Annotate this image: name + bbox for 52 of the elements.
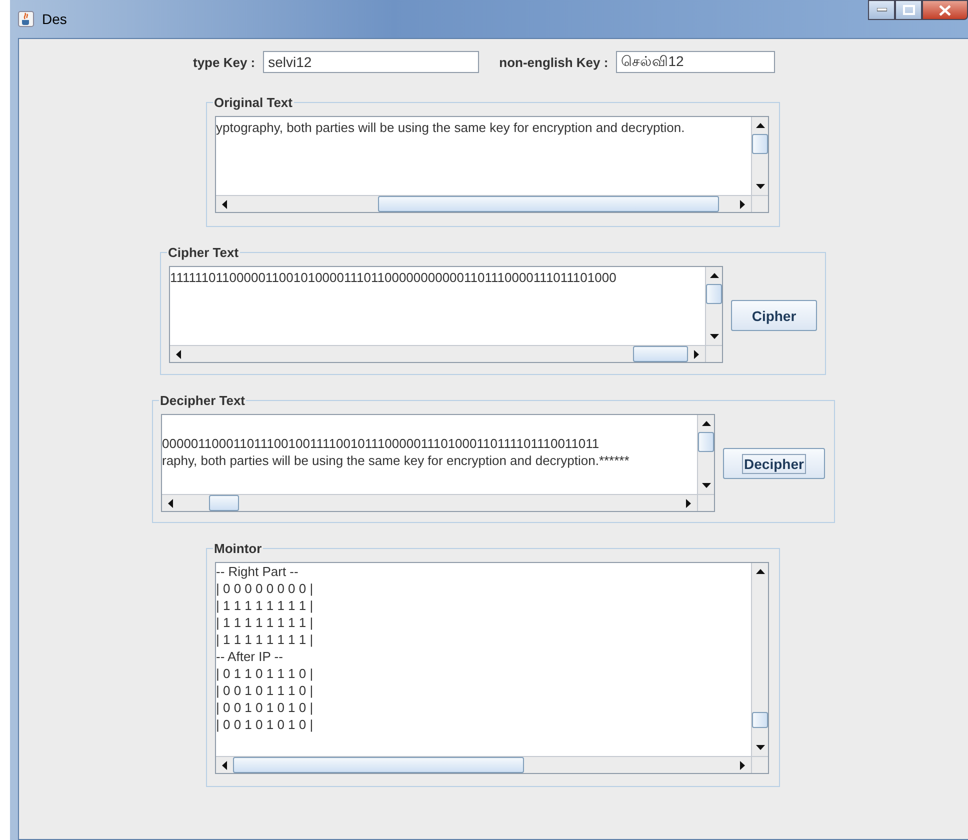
scrollbar-thumb[interactable] [233,757,524,773]
text-line: | 0 0 1 0 1 0 1 0 | [216,716,314,733]
action-button[interactable]: Cipher [731,300,817,331]
scrollbar-thumb[interactable] [752,134,768,154]
action-button[interactable]: Decipher [723,448,825,479]
scrollbar-corner [705,345,722,362]
vertical-scrollbar[interactable] [697,415,714,494]
scrollbar-corner [751,756,768,773]
horizontal-scrollbar[interactable] [162,494,697,511]
scrollbar-thumb[interactable] [698,432,714,452]
vertical-scrollbar[interactable] [751,117,768,195]
text-line: -- After IP -- [216,648,283,665]
horizontal-scrollbar[interactable] [216,756,751,773]
text-line: 1111110110000011001010000111011000000000001101110000111011101000 [170,269,616,286]
minimize-button[interactable] [868,0,895,20]
text-line: | 1 1 1 1 1 1 1 1 | [216,631,314,648]
minimize-icon [876,8,886,12]
vertical-scrollbar[interactable] [705,267,722,345]
text-line: yptography, both parties will be using the same key for encryption and decryption. [216,119,685,136]
text-line: | 0 0 0 0 0 0 0 0 | [216,580,314,597]
group-title: Decipher Text [159,393,246,408]
close-icon [939,4,951,16]
scrollbar-thumb[interactable] [632,346,688,362]
scrollbar-corner [751,195,768,212]
vertical-scrollbar[interactable] [751,563,768,756]
text-line: | 0 0 1 0 1 0 1 0 | [216,699,314,716]
text-line: 000001100011011100100111100101110000011101000110111101110011011 [162,435,600,452]
close-button[interactable] [922,0,968,20]
text-line: | 0 1 1 0 1 1 1 0 | [216,665,314,682]
scrollbar-thumb[interactable] [209,495,240,511]
text-line: | 1 1 1 1 1 1 1 1 | [216,597,314,614]
key-label: type Key : [193,54,256,70]
scrollbar-thumb[interactable] [378,196,719,212]
scrollbar-thumb[interactable] [706,284,722,304]
group-title: Original Text [213,95,294,110]
group-title: Mointor [213,541,263,556]
maximize-button[interactable] [895,0,922,20]
key-label: non-english Key : [499,54,608,70]
maximize-icon [902,5,914,15]
scrollbar-corner [697,494,714,511]
text-line: raphy, both parties will be using the same key for encryption and decryption.****** [162,452,630,469]
scrollbar-thumb[interactable] [752,712,768,728]
window-title: Des [42,11,67,27]
group-title: Cipher Text [167,245,240,260]
text-line: | 1 1 1 1 1 1 1 1 | [216,614,314,631]
text-line: | 0 0 1 0 1 1 1 0 | [216,682,314,699]
horizontal-scrollbar[interactable] [216,195,751,212]
horizontal-scrollbar[interactable] [170,345,705,362]
text-line: -- Right Part -- [216,563,298,580]
key-field[interactable]: செல்வி12 [616,51,776,73]
key-field[interactable]: selvi12 [263,51,480,73]
java-cup-icon [18,11,34,27]
